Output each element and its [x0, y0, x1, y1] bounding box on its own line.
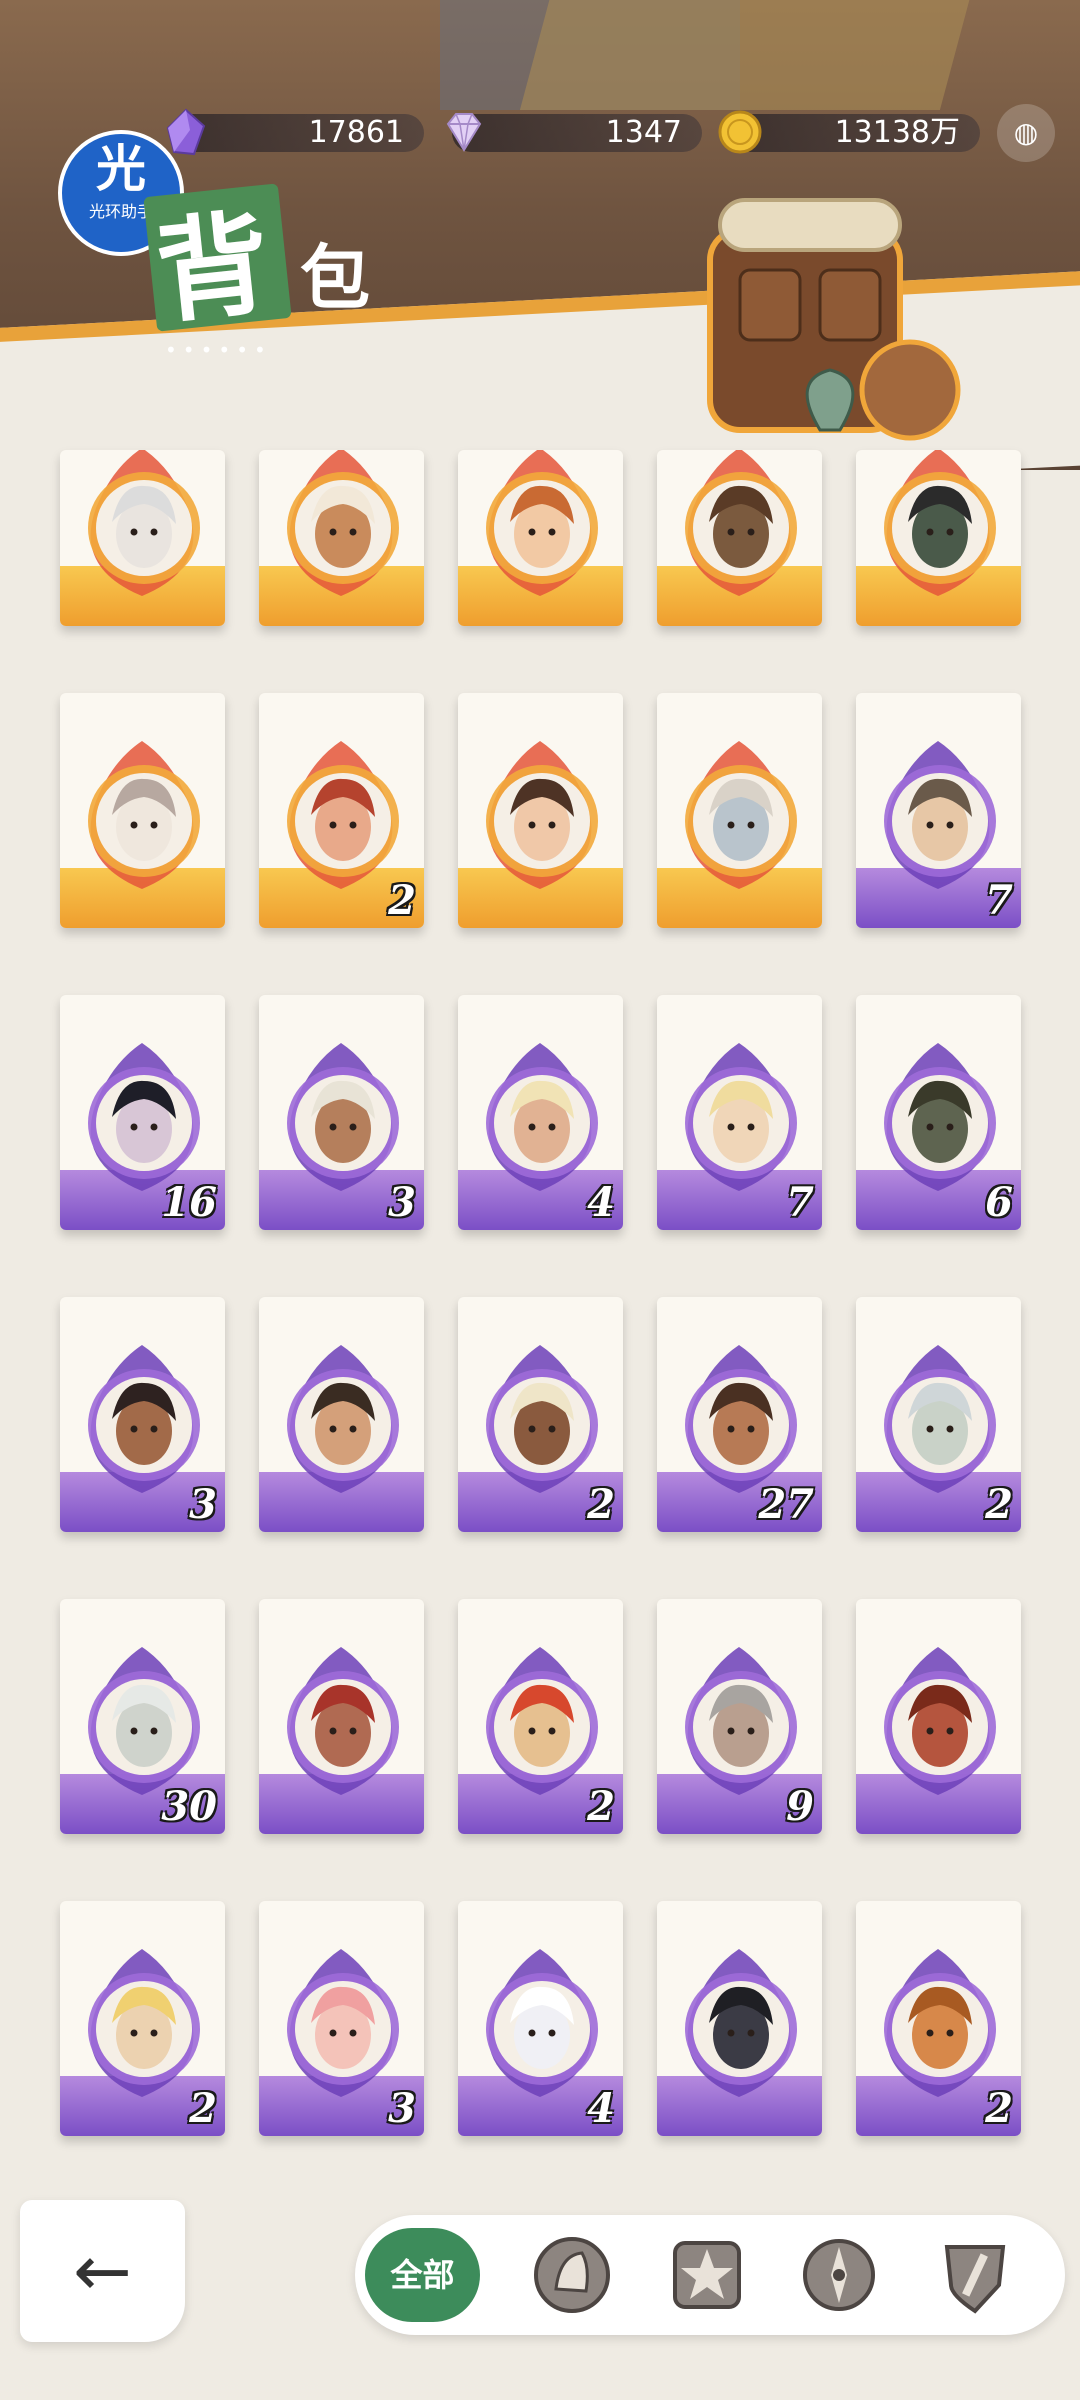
back-arrow-icon: ←: [73, 2230, 132, 2312]
card-count: 2: [587, 1783, 615, 1830]
character-portrait: [884, 1647, 996, 1795]
card-count: 3: [388, 2085, 416, 2132]
compass-icon[interactable]: [797, 2233, 881, 2317]
character-portrait: [685, 741, 797, 889]
card-count: 2: [189, 2085, 217, 2132]
character-card[interactable]: 3: [259, 1901, 424, 2136]
card-count: 3: [189, 1481, 217, 1528]
filter-all-tab[interactable]: 全部: [365, 2228, 480, 2322]
character-card[interactable]: [458, 450, 623, 626]
resource-crystal: 17861: [166, 108, 424, 156]
character-card[interactable]: [60, 693, 225, 928]
warrior-helmet-icon[interactable]: [530, 2233, 614, 2317]
character-card[interactable]: [259, 450, 424, 626]
shield-sword-icon[interactable]: [933, 2233, 1017, 2317]
diamond-icon: [446, 113, 482, 152]
character-card[interactable]: [458, 693, 623, 928]
money-bag-button[interactable]: ◍: [997, 104, 1055, 162]
character-card[interactable]: 30: [60, 1599, 225, 1834]
character-portrait: [685, 450, 797, 596]
character-portrait: [486, 450, 598, 596]
character-portrait: [884, 450, 996, 596]
resource-gold: 13138万: [718, 110, 980, 154]
card-count: 2: [985, 2085, 1013, 2132]
card-count: 2: [985, 1481, 1013, 1528]
character-card[interactable]: 2: [458, 1297, 623, 1532]
character-card[interactable]: 2: [856, 1297, 1021, 1532]
character-card[interactable]: 16: [60, 995, 225, 1230]
character-card[interactable]: 4: [458, 1901, 623, 2136]
character-card[interactable]: 6: [856, 995, 1021, 1230]
diamond-value: 1347: [605, 115, 682, 150]
character-card[interactable]: 9: [657, 1599, 822, 1834]
character-portrait: [88, 741, 200, 889]
money-bag-icon: ◍: [1013, 116, 1039, 149]
character-portrait: [486, 741, 598, 889]
card-count: 27: [758, 1481, 814, 1528]
card-count: 6: [985, 1179, 1013, 1226]
card-count: 30: [161, 1783, 217, 1830]
resource-diamond: 1347: [446, 113, 702, 152]
crystal-value: 17861: [308, 115, 404, 150]
page-title-second: 包: [300, 236, 370, 319]
character-portrait: [88, 450, 200, 596]
backpack-icon: [707, 198, 961, 441]
card-count: 16: [161, 1179, 217, 1226]
character-portrait: [287, 1647, 399, 1795]
character-card[interactable]: [259, 1599, 424, 1834]
character-card[interactable]: [657, 1901, 822, 2136]
card-count: 4: [587, 1179, 615, 1226]
character-card[interactable]: [856, 450, 1021, 626]
character-card[interactable]: 2: [458, 1599, 623, 1834]
background-roof: [519, 0, 981, 110]
card-count: 2: [388, 877, 416, 924]
character-card[interactable]: 3: [259, 995, 424, 1230]
page-title-first: 背: [150, 197, 276, 340]
character-card[interactable]: 3: [60, 1297, 225, 1532]
title-dots: ••••••: [165, 338, 272, 362]
back-button[interactable]: ←: [20, 2200, 185, 2342]
card-count: 7: [985, 877, 1013, 924]
card-count: 7: [786, 1179, 814, 1226]
gold-coin-icon: [718, 110, 762, 154]
character-card[interactable]: 7: [856, 693, 1021, 928]
gold-value: 13138万: [834, 115, 960, 150]
filter-bar: 全部: [355, 2215, 1065, 2335]
character-portrait: [287, 450, 399, 596]
character-card[interactable]: 7: [657, 995, 822, 1230]
character-card[interactable]: [657, 450, 822, 626]
character-card[interactable]: [60, 450, 225, 626]
character-card[interactable]: [657, 693, 822, 928]
character-card[interactable]: 4: [458, 995, 623, 1230]
card-count: 4: [587, 2085, 615, 2132]
character-card[interactable]: 2: [259, 693, 424, 928]
character-portrait: [287, 1345, 399, 1493]
character-card[interactable]: 2: [856, 1901, 1021, 2136]
character-card[interactable]: 2: [60, 1901, 225, 2136]
character-card-grid: 2 7 16 3 4 7 6 3 2 27 2 30 2 9 2 3 4 2: [60, 450, 1040, 2136]
character-card[interactable]: [856, 1599, 1021, 1834]
card-count: 3: [388, 1179, 416, 1226]
card-count: 2: [587, 1481, 615, 1528]
card-count: 9: [786, 1783, 814, 1830]
character-card[interactable]: 27: [657, 1297, 822, 1532]
star-emblem-icon[interactable]: [665, 2233, 749, 2317]
character-portrait: [685, 1949, 797, 2097]
character-card[interactable]: [259, 1297, 424, 1532]
